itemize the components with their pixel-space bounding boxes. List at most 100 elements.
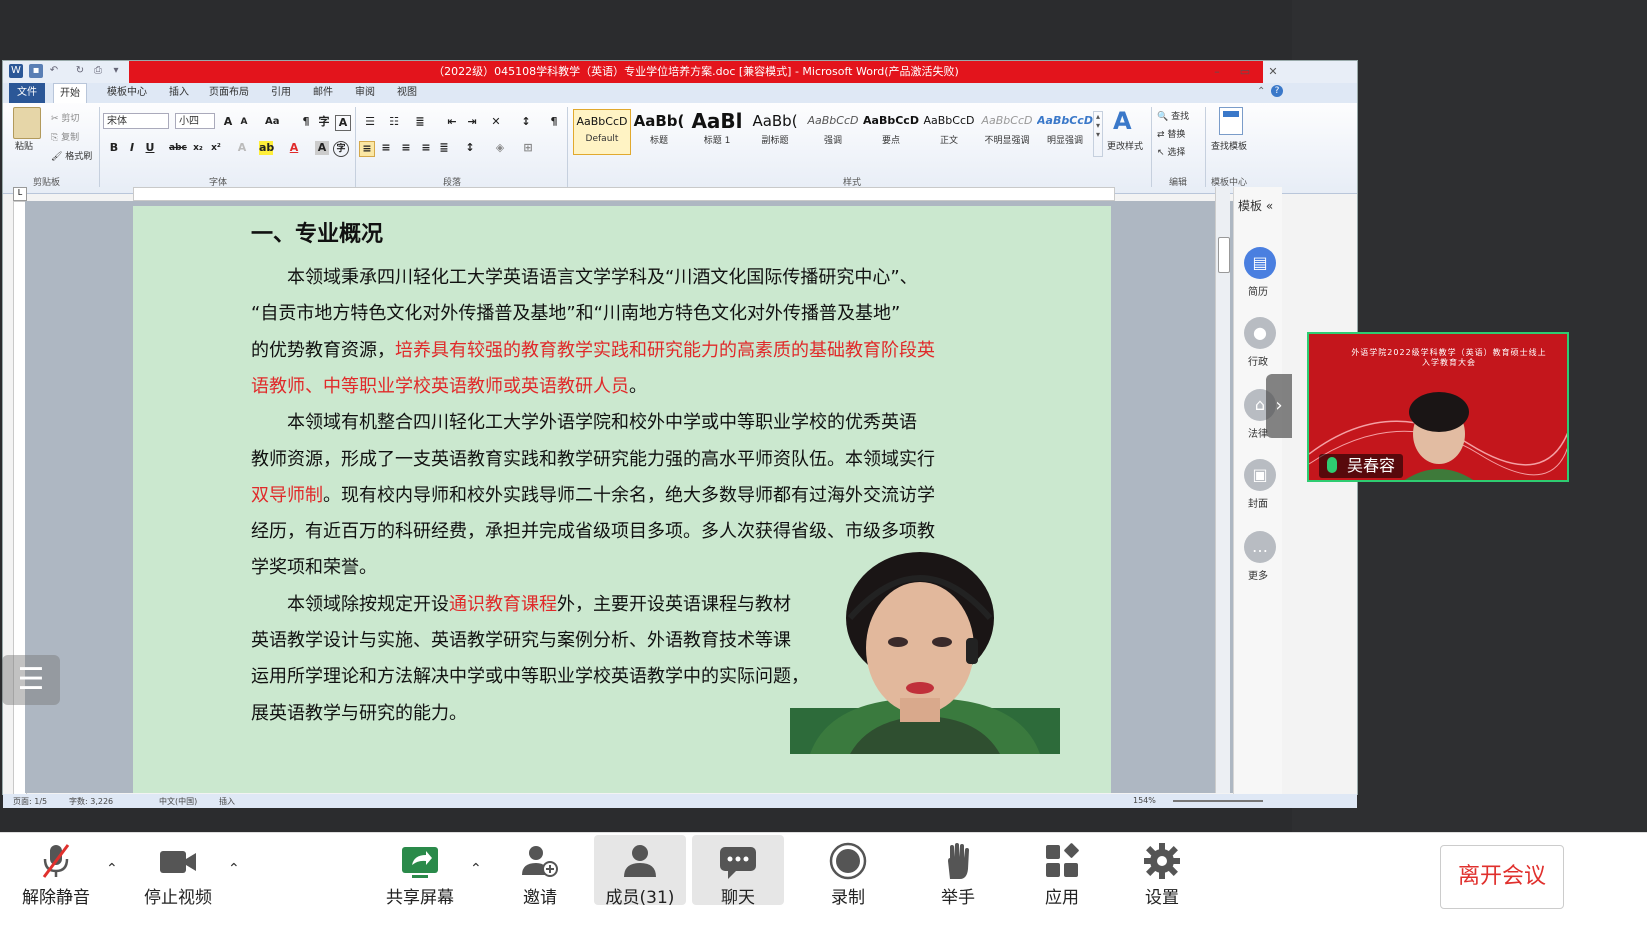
side-item-resume[interactable]: 简历 bbox=[1234, 283, 1282, 298]
more-icon[interactable]: … bbox=[1244, 531, 1276, 563]
admin-icon[interactable]: ● bbox=[1244, 317, 1276, 349]
paste-icon[interactable] bbox=[13, 107, 41, 139]
numbering-icon[interactable]: ☷ bbox=[387, 115, 401, 129]
side-item-cover[interactable]: 封面 bbox=[1234, 495, 1282, 510]
style-item[interactable]: AaBbCcD 正文 bbox=[921, 109, 977, 153]
shrink-font-icon[interactable]: A bbox=[237, 115, 251, 129]
customize-qat-icon[interactable]: ▾ bbox=[109, 64, 123, 78]
change-styles-icon[interactable]: A bbox=[1113, 107, 1132, 135]
replace-button[interactable]: ⇄ 替换 bbox=[1157, 127, 1185, 140]
tab-selector[interactable]: L bbox=[13, 187, 27, 201]
save-icon[interactable]: ▪ bbox=[29, 64, 43, 78]
options-caret-icon[interactable]: ⌃ bbox=[106, 861, 118, 877]
enclose-icon[interactable]: 字 bbox=[333, 141, 349, 157]
cover-icon[interactable]: ▣ bbox=[1244, 459, 1276, 491]
sort-icon[interactable]: ↕ bbox=[519, 115, 533, 129]
invite-button[interactable]: 邀请 bbox=[494, 835, 586, 908]
highlight-icon[interactable]: ab bbox=[259, 141, 274, 155]
print-icon[interactable]: ⎙ bbox=[91, 64, 105, 78]
minimize-button[interactable]: – bbox=[1208, 65, 1226, 79]
options-caret-icon[interactable]: ⌃ bbox=[470, 861, 482, 877]
align-center-icon[interactable]: ≡ bbox=[379, 141, 393, 155]
maximize-button[interactable]: ▭ bbox=[1236, 65, 1254, 79]
language-indicator[interactable]: 中文(中国) bbox=[159, 796, 197, 807]
collapse-ribbon-icon[interactable]: ⌃ bbox=[1257, 86, 1265, 97]
font-size-select[interactable]: 小四 bbox=[175, 113, 215, 129]
char-border-icon[interactable]: 字 bbox=[317, 115, 331, 129]
raise-hand-button[interactable]: 举手 bbox=[912, 835, 1004, 908]
redo-icon[interactable]: ↻ bbox=[73, 64, 87, 78]
template-search-icon[interactable] bbox=[1219, 107, 1243, 135]
floating-menu-button[interactable]: ☰ bbox=[2, 655, 60, 705]
share-button[interactable]: 共享屏幕 bbox=[374, 835, 466, 908]
stop-video-button[interactable]: 停止视频 bbox=[132, 835, 224, 908]
tab-references[interactable]: 引用 bbox=[265, 83, 297, 103]
style-item[interactable]: AaBb(标题 bbox=[631, 109, 687, 153]
horizontal-ruler[interactable] bbox=[133, 187, 1115, 201]
undo-icon[interactable]: ↶ bbox=[47, 64, 61, 78]
copy-button[interactable]: ⎘ 复制 bbox=[51, 130, 79, 143]
bullets-icon[interactable]: ☰ bbox=[363, 115, 377, 129]
tab-mailings[interactable]: 邮件 bbox=[307, 83, 339, 103]
decrease-indent-icon[interactable]: ⇤ bbox=[445, 115, 459, 129]
multilevel-list-icon[interactable]: ≣ bbox=[413, 115, 427, 129]
participant-thumbnail[interactable]: 外语学院2022级学科教学（英语）教育硕士线上入学教育大会 吴春容 bbox=[1307, 332, 1569, 482]
chinese-layout-icon[interactable]: ✕ bbox=[489, 115, 503, 129]
tab-template-center[interactable]: 模板中心 bbox=[101, 83, 153, 103]
align-right-icon[interactable]: ≡ bbox=[399, 141, 413, 155]
record-button[interactable]: 录制 bbox=[802, 835, 894, 908]
word-count[interactable]: 字数: 3,226 bbox=[69, 796, 113, 807]
scroll-thumb[interactable] bbox=[1218, 237, 1230, 273]
grow-font-icon[interactable]: A bbox=[221, 115, 235, 129]
find-button[interactable]: 🔍 查找 bbox=[1157, 109, 1189, 122]
tab-insert[interactable]: 插入 bbox=[163, 83, 195, 103]
phonetic-guide-icon[interactable]: ¶ bbox=[299, 115, 313, 129]
collapse-gallery-button[interactable]: › bbox=[1266, 374, 1292, 438]
tab-home[interactable]: 开始 bbox=[53, 83, 87, 104]
italic-icon[interactable]: I bbox=[125, 141, 139, 155]
line-spacing-icon[interactable]: ↕ bbox=[463, 141, 477, 155]
unmute-button[interactable]: 解除静音 bbox=[10, 835, 102, 908]
page-count[interactable]: 页面: 1/5 bbox=[13, 796, 47, 807]
leave-meeting-button[interactable]: 离开会议 bbox=[1440, 845, 1564, 909]
justify-icon[interactable]: ≡ bbox=[419, 141, 433, 155]
style-item[interactable]: AaBbCcD 明显强调 bbox=[1037, 109, 1093, 153]
bold-icon[interactable]: B bbox=[107, 141, 121, 155]
members-button[interactable]: 成员(31) bbox=[594, 835, 686, 908]
styles-scroll[interactable]: ▴ ▾ ▾ bbox=[1093, 111, 1103, 157]
tab-page-layout[interactable]: 页面布局 bbox=[203, 83, 255, 103]
show-marks-icon[interactable]: ¶ bbox=[547, 115, 561, 129]
help-icon[interactable]: ? bbox=[1271, 85, 1283, 97]
borders-icon[interactable]: ⊞ bbox=[521, 141, 535, 155]
tab-view[interactable]: 视图 bbox=[391, 83, 423, 103]
chat-button[interactable]: 聊天 bbox=[692, 835, 784, 908]
strikethrough-icon[interactable]: abc bbox=[169, 141, 187, 155]
vertical-scrollbar[interactable] bbox=[1215, 187, 1230, 793]
text-effects-icon[interactable]: A bbox=[235, 141, 249, 155]
side-item-admin[interactable]: 行政 bbox=[1234, 353, 1282, 368]
shading-icon[interactable]: ◈ bbox=[493, 141, 507, 155]
subscript-icon[interactable]: x₂ bbox=[191, 141, 205, 155]
style-item[interactable]: AaBbCcD Default bbox=[573, 109, 631, 155]
change-styles-button[interactable]: 更改样式 bbox=[1107, 139, 1143, 152]
style-item[interactable]: AaBl 标题 1 bbox=[689, 109, 745, 153]
style-item[interactable]: AaBbCcD 强调 bbox=[805, 109, 861, 153]
style-item[interactable]: AaBbCcD 要点 bbox=[863, 109, 919, 153]
font-name-select[interactable]: 宋体 bbox=[103, 113, 169, 129]
align-left-icon[interactable]: ≡ bbox=[359, 141, 375, 157]
settings-button[interactable]: 设置 bbox=[1116, 835, 1208, 908]
enclose-char-icon[interactable]: A bbox=[335, 115, 351, 131]
resume-icon[interactable]: ▤ bbox=[1244, 247, 1276, 279]
style-item[interactable]: AaBb(副标题 bbox=[747, 109, 803, 153]
increase-indent-icon[interactable]: ⇥ bbox=[465, 115, 479, 129]
side-item-more[interactable]: 更多 bbox=[1234, 567, 1282, 582]
tab-file[interactable]: 文件 bbox=[9, 83, 45, 103]
superscript-icon[interactable]: x² bbox=[209, 141, 223, 155]
change-case-icon[interactable]: Aa bbox=[265, 115, 280, 129]
style-item[interactable]: AaBbCcD 不明显强调 bbox=[979, 109, 1035, 153]
insert-mode[interactable]: 插入 bbox=[219, 796, 235, 807]
char-shading-icon[interactable]: A bbox=[315, 141, 329, 155]
template-search-button[interactable]: 查找模板 bbox=[1211, 139, 1247, 152]
paste-button[interactable]: 粘贴 bbox=[15, 139, 33, 152]
zoom-level[interactable]: 154% bbox=[1133, 796, 1156, 805]
